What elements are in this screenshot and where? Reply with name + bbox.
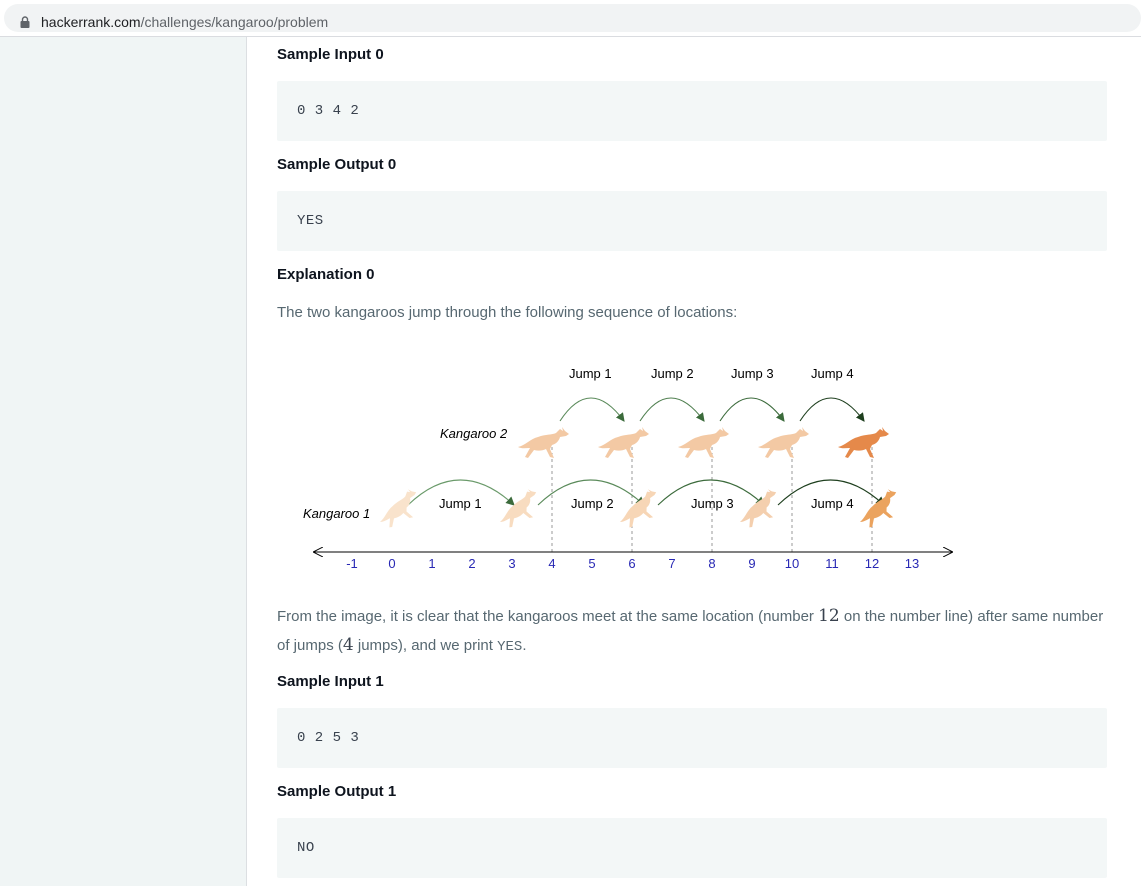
k2-jump-label: Jump 1 (569, 366, 612, 381)
tick-label: 1 (428, 556, 435, 571)
kangaroo-2-position (838, 427, 889, 458)
sample-input-0-code: 0 3 4 2 (277, 81, 1107, 141)
kangaroo-1-position (852, 486, 906, 531)
kangaroo-2-position (598, 427, 649, 458)
tick-label: 0 (388, 556, 395, 571)
kangaroo-1-label: Kangaroo 1 (303, 506, 370, 521)
k1-jump-label: Jump 1 (439, 496, 482, 511)
k2-jump-arrow (559, 397, 625, 422)
k2-jump-label: Jump 2 (651, 366, 694, 381)
tick-label: 8 (708, 556, 715, 571)
tick-label: 13 (905, 556, 919, 571)
tick-label: 12 (865, 556, 879, 571)
explanation-text: From the image, it is clear that the kan… (277, 608, 819, 625)
sample-input-1-code: 0 2 5 3 (277, 708, 1107, 768)
left-sidebar (0, 37, 246, 886)
math-number: 4 (342, 635, 354, 655)
sample-input-1-text: 0 2 5 3 (297, 730, 360, 746)
k2-jump-label: Jump 3 (731, 366, 774, 381)
kangaroo-2-position (518, 427, 569, 458)
k2-jump-label: Jump 4 (811, 366, 854, 381)
tick-label: 11 (825, 556, 839, 571)
url-domain: hackerrank.com (41, 14, 141, 30)
sample-output-0-code: YES (277, 191, 1107, 251)
tick-label: 3 (508, 556, 515, 571)
tick-label: 4 (548, 556, 555, 571)
tick-label: -1 (346, 556, 358, 571)
sample-output-0-text: YES (297, 213, 324, 229)
sample-output-0-heading: Sample Output 0 (277, 156, 397, 173)
k2-jump-arrow (639, 397, 705, 422)
sample-output-1-code: NO (277, 818, 1107, 878)
sample-output-1-heading: Sample Output 1 (277, 783, 397, 800)
explanation-0-heading: Explanation 0 (277, 266, 375, 283)
sample-input-1-heading: Sample Input 1 (277, 673, 384, 690)
sample-input-0-heading: Sample Input 0 (277, 46, 384, 63)
k2-jump-arrow (799, 397, 865, 422)
kangaroo-2-position (678, 427, 729, 458)
browser-address-bar: hackerrank.com/challenges/kangaroo/probl… (0, 0, 1141, 37)
k1-jump-label: Jump 4 (811, 496, 854, 511)
kangaroo-2-label: Kangaroo 2 (440, 426, 508, 441)
tick-label: 6 (628, 556, 635, 571)
url-path: /challenges/kangaroo/problem (140, 14, 329, 30)
kangaroo-diagram: -1 0 1 2 3 4 5 6 7 8 9 10 11 12 13 Kangaroo 2 Kangaroo… (303, 366, 960, 571)
lock-icon (20, 16, 30, 28)
tick-label: 5 (588, 556, 595, 571)
tick-label: 7 (668, 556, 675, 571)
sample-output-1-text: NO (297, 840, 315, 856)
k1-jump-label: Jump 3 (691, 496, 734, 511)
kangaroo-1-position (732, 486, 786, 531)
k1-jump-label: Jump 2 (571, 496, 614, 511)
kangaroo-1-position (612, 486, 666, 531)
url-field[interactable]: hackerrank.com/challenges/kangaroo/probl… (4, 4, 1141, 32)
explanation-text: jumps), and we print (353, 637, 498, 654)
kangaroo-2-position (758, 427, 809, 458)
sample-input-0-text: 0 3 4 2 (297, 103, 360, 119)
tick-labels: -1 0 1 2 3 4 5 6 7 8 9 10 11 12 13 (346, 556, 919, 571)
k2-jump-arrow (719, 397, 785, 422)
inline-code: YES (497, 639, 523, 655)
tick-label: 10 (785, 556, 799, 571)
tick-label: 2 (468, 556, 475, 571)
explanation-intro: The two kangaroos jump through the follo… (277, 304, 738, 321)
math-number: 12 (818, 606, 840, 626)
explanation-text: . (522, 637, 527, 654)
explanation-conclusion: From the image, it is clear that the kan… (277, 602, 1112, 661)
kangaroo-1-position (492, 486, 546, 531)
kangaroo-1-position (372, 486, 426, 531)
tick-label: 9 (748, 556, 755, 571)
url-text: hackerrank.com/challenges/kangaroo/probl… (41, 14, 328, 30)
